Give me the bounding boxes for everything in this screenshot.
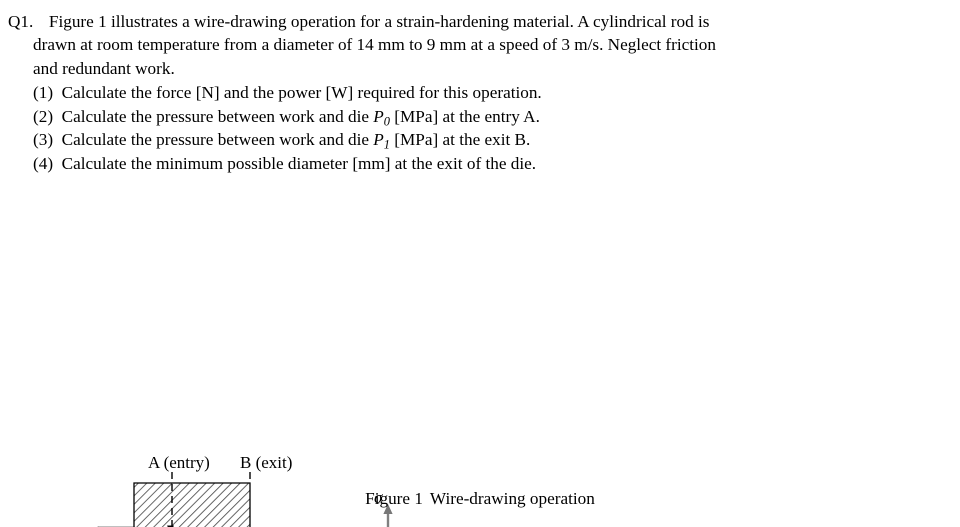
item-2-symbol: P [373,106,384,126]
item-3-text-after: [MPa] at the exit B. [389,130,531,149]
item-1-number: (1) [33,83,54,102]
question-line-1: Figure 1 illustrates a wire-drawing oper… [48,12,710,31]
item-2-text-after: [MPa] at the entry A. [389,106,540,126]
item-4-text: Calculate the minimum possible diameter … [61,153,537,173]
figure-caption-text: Wire-drawing operation [429,489,595,508]
question-item-1: (1) Calculate the force [N] and the powe… [33,81,542,104]
question-line-3: and redundant work. [33,58,175,78]
question-label: Q1. [8,12,34,31]
question-first-line: Q1. Figure 1 illustrates a wire-drawing … [8,10,709,33]
figure-caption-label: Figure 1 [365,489,423,508]
entry-point-label: A (entry) [148,453,210,472]
exit-point-label: B (exit) [240,453,292,472]
figure-1: die v d0 [0,222,960,527]
item-3-symbol: P [373,130,384,149]
item-2-text-before: Calculate the pressure between work and … [61,106,374,126]
figure-svg: die v d0 [97,453,393,527]
question-line-2: drawn at room temperature from a diamete… [33,35,716,55]
item-3-number: (3) [33,130,54,149]
item-4-number: (4) [33,153,54,173]
item-2-number: (2) [33,106,54,126]
figure-caption: Figure 1 Wire-drawing operation [0,489,960,509]
question-item-4: (4) Calculate the minimum possible diame… [33,152,536,175]
item-1-text: Calculate the force [N] and the power [W… [61,83,542,102]
item-3-text-before: Calculate the pressure between work and … [61,130,374,149]
